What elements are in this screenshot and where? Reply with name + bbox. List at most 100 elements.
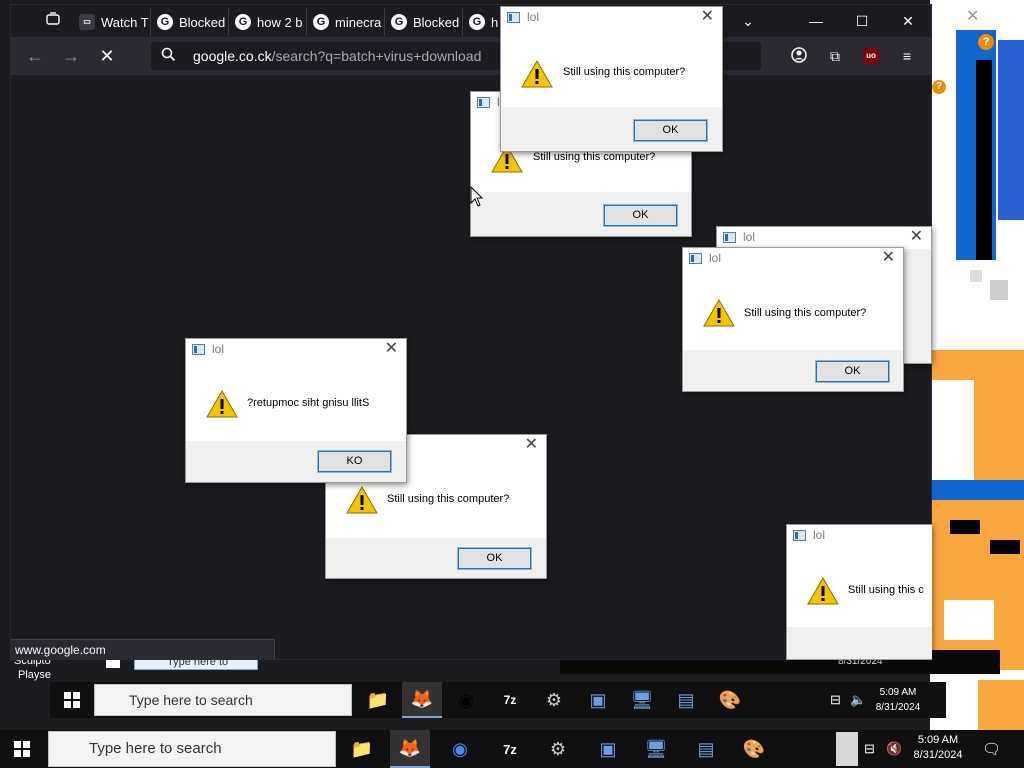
ghost-close-icon: ✕	[966, 8, 980, 25]
firefox-view-icon[interactable]	[43, 11, 63, 31]
file-explorer-icon[interactable]: 📁	[342, 730, 382, 768]
chrome-icon[interactable]: ◉	[440, 730, 480, 768]
notifications-icon[interactable]: 🗨	[982, 740, 1001, 758]
list-all-tabs-icon[interactable]: ⌄	[733, 11, 763, 31]
status-link-preview: www.google.com	[11, 639, 275, 659]
close-icon[interactable]: ✕	[385, 340, 398, 358]
tab-watch[interactable]: ▭ Watch T	[73, 8, 151, 36]
firefox-icon[interactable]: 🦊	[390, 730, 430, 768]
ghost-search-placeholder: Type here to search	[129, 692, 253, 708]
7zip-icon[interactable]: 7z	[490, 730, 530, 768]
google-favicon-icon: G	[313, 14, 329, 30]
desktop-peek-strip[interactable]	[836, 732, 858, 766]
ghost-taskbar: Type here to search 📁 🦊 ◉ 7z ⚙ ▣ 🖥 ▤ 🎨 ⊟…	[50, 682, 946, 718]
paint-icon: 🎨	[718, 689, 742, 710]
google-favicon-icon: G	[157, 14, 173, 30]
clock[interactable]: 5:09 AM 8/31/2024	[906, 733, 970, 763]
maximize-icon[interactable]: ☐	[847, 11, 877, 31]
forward-arrow-icon[interactable]: →	[59, 45, 83, 67]
control-panel-icon: ⚙	[545, 689, 563, 710]
ghost-clock: 5:09 AM 8/31/2024	[870, 685, 926, 715]
close-window-icon[interactable]: ✕	[893, 11, 923, 31]
warning-icon	[206, 389, 238, 418]
tab-minecraft[interactable]: G minecra	[307, 8, 385, 36]
chrome-icon: ◉	[458, 689, 474, 710]
ko-button[interactable]: KO	[317, 450, 392, 473]
dialog-body: Still using this computer?	[683, 270, 903, 350]
ok-button[interactable]: OK	[603, 204, 678, 227]
app-window-icon	[689, 253, 702, 264]
google-favicon-icon: G	[469, 14, 485, 30]
back-arrow-icon[interactable]: ←	[23, 45, 47, 67]
google-favicon-icon: G	[391, 14, 407, 30]
volume-muted-icon[interactable]: 🔇	[886, 741, 902, 757]
tab-label: Blocked	[413, 14, 460, 30]
ok-button[interactable]: OK	[633, 119, 708, 142]
warning-icon	[521, 59, 553, 88]
app-window-icon	[793, 530, 806, 541]
control-panel-icon[interactable]: ⚙	[538, 730, 578, 768]
ghost-windows-start-icon	[50, 682, 94, 718]
ok-button[interactable]: OK	[815, 360, 890, 383]
dialog-body: ?retupmoc siht gnisu llitS	[186, 361, 406, 441]
minimize-icon[interactable]: —	[801, 11, 831, 31]
file-explorer-icon: 📁	[366, 689, 390, 710]
dialog-titlebar: lol ✕	[501, 7, 722, 29]
network-icon[interactable]: ⊟	[864, 741, 875, 757]
menu-hamburger-icon[interactable]: ≡	[897, 46, 917, 66]
lol-dialog-4-reversed: lol ✕ ?retupmoc siht gnisu llitS KO	[185, 338, 407, 483]
dialog-message: Still using this computer?	[563, 66, 686, 78]
url-host: google.co.ck	[193, 48, 272, 64]
close-icon[interactable]: ✕	[910, 228, 923, 246]
dialog-message-reversed: ?retupmoc siht gnisu llitS	[247, 397, 370, 409]
tab-bar: ▭ Watch T G Blocked G how 2 b G minecra …	[11, 5, 931, 37]
dialog-body: Still using this computer?	[501, 29, 722, 107]
tab-label: minecra	[335, 14, 382, 30]
tab-blocked-2[interactable]: G Blocked	[385, 8, 463, 36]
ghost-volume-icon: 🔈	[850, 692, 867, 707]
close-icon[interactable]: ✕	[882, 249, 895, 267]
remote-desktop-icon: 🖥	[630, 689, 654, 710]
dialog-message-truncated: Still using this c	[848, 584, 924, 596]
extensions-icon[interactable]: ⧉	[825, 46, 845, 66]
taskbar-search-field[interactable]: Type here to search	[48, 731, 336, 767]
dialog-title: lol	[813, 528, 826, 542]
close-icon[interactable]: ✕	[525, 436, 538, 454]
close-icon[interactable]: ✕	[701, 8, 714, 26]
dialog-body: Still using this c	[787, 547, 932, 627]
windows-start-icon[interactable]	[0, 730, 44, 768]
nav-toolbar: ← → ✕ google.co.ck/search?q=batch+virus+…	[11, 37, 931, 75]
app-window-icon	[723, 232, 736, 243]
ublock-origin-icon[interactable]: uo	[863, 48, 879, 64]
ghost-network-icon: ⊟	[830, 692, 841, 707]
tab-label: how 2 b	[257, 14, 303, 30]
ghost-date-label: 8/31/2024	[875, 702, 921, 713]
tab-label: h	[491, 14, 499, 30]
stop-loading-icon[interactable]: ✕	[95, 45, 119, 67]
help-badge-icon-2: ?	[932, 80, 946, 94]
tab-blocked-1[interactable]: G Blocked	[151, 8, 229, 36]
dialog-title: lol	[212, 342, 225, 356]
remote-desktop-icon[interactable]: 🖥	[636, 730, 676, 768]
ok-button[interactable]: OK	[457, 547, 532, 570]
dialog-message: Still using this computer?	[387, 493, 510, 505]
dialog-title: lol	[527, 10, 540, 24]
account-icon[interactable]	[789, 46, 809, 66]
warning-icon	[807, 576, 839, 605]
tab-partial[interactable]: G h	[463, 8, 503, 36]
notepad-icon: ▤	[677, 689, 695, 710]
dialog-titlebar: lol ✕	[717, 227, 931, 249]
dialog-message: Still using this computer?	[533, 151, 656, 163]
dialog-title: lol	[743, 230, 756, 244]
paint-icon[interactable]: 🎨	[734, 730, 774, 768]
notepad-icon[interactable]: ▤	[686, 730, 726, 768]
google-favicon-icon: G	[235, 14, 251, 30]
tab-how2[interactable]: G how 2 b	[229, 8, 307, 36]
dialog-titlebar: lol	[787, 525, 932, 547]
glitch-artifacts	[930, 0, 1024, 730]
lol-dialog-3: lol ✕ Still using this computer? OK	[682, 247, 904, 392]
dialog-title: lol	[709, 251, 722, 265]
window-app-icon: ▣	[589, 689, 607, 710]
app-window-icon	[192, 344, 205, 355]
window-app-icon[interactable]: ▣	[588, 730, 628, 768]
